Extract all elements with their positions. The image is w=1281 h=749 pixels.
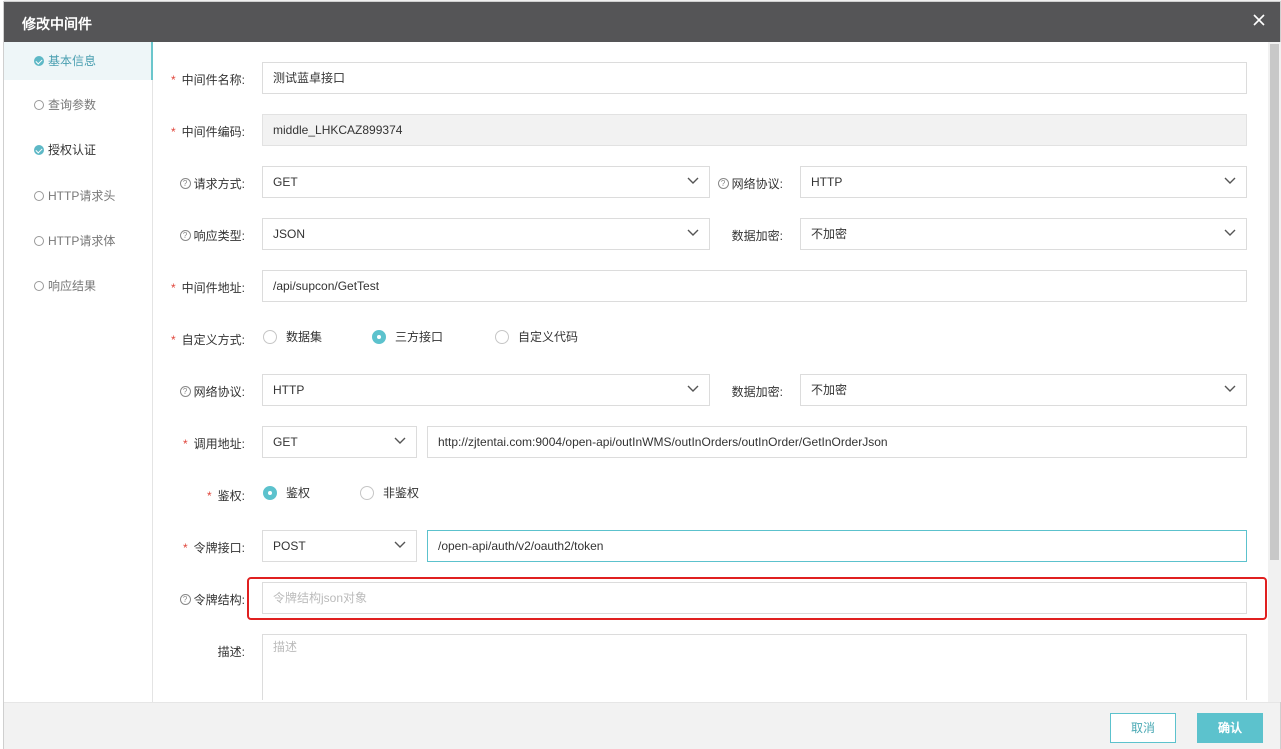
sidebar-item-auth[interactable]: 授权认证 [4, 131, 153, 169]
highlight-box [247, 577, 1267, 620]
radio-circle [495, 329, 509, 344]
custom-method-label: * 自定义方式: [170, 333, 245, 347]
empty-circle-icon [34, 190, 44, 201]
chevron-down-icon [394, 437, 406, 444]
protocol2-select[interactable]: HTTP [262, 374, 710, 406]
call-method-value: GET [273, 435, 298, 449]
middleware-code-input: middle_LHKCAZ899374 [262, 114, 1247, 146]
call-method-select[interactable]: GET [262, 426, 417, 458]
radio-custom-code[interactable]: 自定义代码 [495, 329, 578, 344]
call-address-label: * 调用地址: [182, 437, 245, 451]
auth-label: * 鉴权: [206, 489, 245, 503]
radio-circle [263, 329, 277, 344]
protocol2-value: HTTP [273, 383, 305, 397]
sidebar-item-http-headers[interactable]: HTTP请求头 [4, 177, 153, 215]
address-label: * 中间件地址: [170, 281, 245, 295]
dialog-footer: 取消 确认 [4, 702, 1280, 749]
response-type-value: JSON [273, 227, 306, 241]
token-url-input[interactable]: /open-api/auth/v2/oauth2/token [427, 530, 1247, 562]
help-icon: ? [717, 178, 729, 190]
token-method-value: POST [273, 539, 306, 553]
response-type-select[interactable]: JSON [262, 218, 710, 250]
encrypt-value: 不加密 [811, 227, 848, 241]
sidebar-item-label: 查询参数 [48, 98, 97, 112]
protocol-value: HTTP [811, 175, 843, 189]
cancel-button[interactable]: 取消 [1110, 713, 1176, 743]
help-icon: ? [179, 594, 191, 606]
middleware-name-input[interactable]: 测试蓝卓接口 [262, 62, 1247, 94]
radio-no-auth[interactable]: 非鉴权 [360, 485, 419, 500]
protocol2-label: ? 网络协议: [160, 383, 245, 400]
sidebar-item-http-body[interactable]: HTTP请求体 [4, 222, 153, 260]
description-textarea[interactable]: 描述 [262, 634, 1247, 700]
encrypt2-value: 不加密 [811, 383, 848, 397]
radio-auth[interactable]: 鉴权 [263, 485, 310, 500]
radio-circle [360, 485, 374, 500]
vertical-scrollbar[interactable] [1268, 42, 1281, 702]
call-url-input[interactable]: http://zjtentai.com:9004/open-api/outInW… [427, 426, 1247, 458]
middleware-address-input[interactable]: /api/supcon/GetTest [262, 270, 1247, 302]
help-icon: ? [179, 178, 191, 190]
help-icon: ? [179, 230, 191, 242]
empty-circle-icon [34, 99, 44, 110]
step-sidebar: 基本信息 查询参数 授权认证 HTTP请求头 HTTP请求体 响应结果 [4, 42, 153, 702]
method-label: ? 请求方式: [160, 175, 245, 192]
chevron-down-icon [1224, 385, 1236, 392]
chevron-down-icon [1224, 229, 1236, 236]
radio-circle-selected [263, 485, 277, 500]
radio-dataset[interactable]: 数据集 [263, 329, 322, 344]
encrypt-select[interactable]: 不加密 [800, 218, 1247, 250]
check-circle-icon [34, 144, 44, 155]
confirm-button[interactable]: 确认 [1197, 713, 1263, 743]
dialog-title: 修改中间件 [22, 16, 92, 32]
sidebar-item-label: 基本信息 [48, 54, 97, 68]
encrypt-label: 数据加密: [731, 229, 783, 243]
response-type-label: ? 响应类型: [160, 227, 245, 244]
empty-circle-icon [34, 235, 44, 246]
radio-third-party[interactable]: 三方接口 [372, 329, 443, 344]
chevron-down-icon [687, 229, 699, 236]
token-struct-label: ? 令牌结构: [160, 591, 245, 608]
protocol-select[interactable]: HTTP [800, 166, 1247, 198]
radio-circle-selected [372, 329, 386, 344]
chevron-down-icon [687, 177, 699, 184]
encrypt2-select[interactable]: 不加密 [800, 374, 1247, 406]
name-label: * 中间件名称: [170, 73, 245, 87]
token-method-select[interactable]: POST [262, 530, 417, 562]
scrollbar-thumb[interactable] [1270, 44, 1279, 560]
sidebar-item-label: HTTP请求头 [48, 189, 116, 203]
chevron-down-icon [687, 385, 699, 392]
token-interface-label: * 令牌接口: [182, 541, 245, 555]
code-label: * 中间件编码: [170, 125, 245, 139]
protocol-label: ? 网络协议: [713, 175, 783, 192]
sidebar-item-query-params[interactable]: 查询参数 [4, 86, 153, 124]
desc-label: 描述: [217, 645, 245, 659]
sidebar-item-label: 响应结果 [48, 279, 97, 293]
method-value: GET [273, 175, 298, 189]
help-icon: ? [179, 386, 191, 398]
sidebar-item-label: 授权认证 [48, 143, 97, 157]
chevron-down-icon [1224, 177, 1236, 184]
sidebar-item-label: HTTP请求体 [48, 234, 116, 248]
close-icon[interactable] [1250, 11, 1268, 29]
check-circle-icon [34, 55, 44, 66]
dialog-titlebar: 修改中间件 [4, 2, 1280, 42]
empty-circle-icon [34, 280, 44, 291]
sidebar-item-response[interactable]: 响应结果 [4, 267, 153, 305]
encrypt2-label: 数据加密: [731, 385, 783, 399]
sidebar-item-basic-info[interactable]: 基本信息 [4, 42, 153, 80]
chevron-down-icon [394, 541, 406, 548]
method-select[interactable]: GET [262, 166, 710, 198]
